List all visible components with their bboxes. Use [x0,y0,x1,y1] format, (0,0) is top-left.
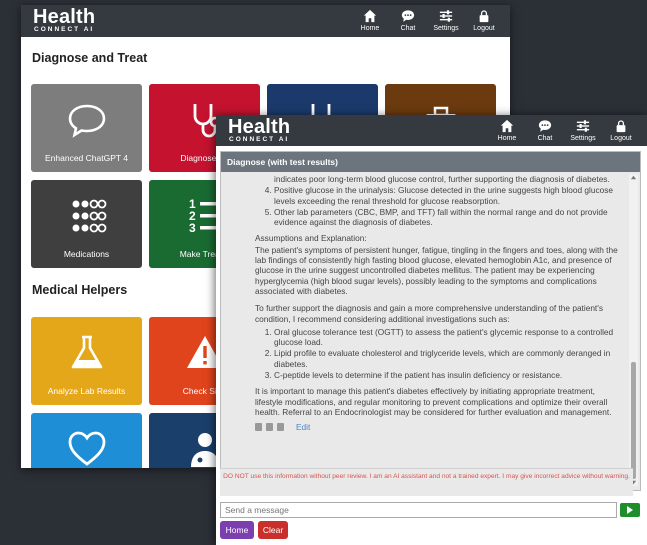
nav-settings-label: Settings [433,25,459,32]
home-icon [500,119,514,133]
document-icon[interactable] [266,423,273,432]
tile-analyze-lab-results[interactable]: Analyze Lab Results [31,317,142,405]
assumptions-heading: Assumptions and Explanation: [255,233,367,244]
assumptions-text: The patient's symptoms of persistent hun… [255,244,618,296]
edit-link[interactable]: Edit [296,422,310,432]
nav-settings[interactable]: Settings [569,119,597,142]
flask-icon [71,335,102,369]
nav-chat-label: Chat [400,25,416,32]
send-button[interactable] [620,503,640,517]
nav-items: Home Chat Settings Logout [493,119,635,142]
trash-icon[interactable] [277,423,284,432]
nav-logout[interactable]: Logout [470,9,498,32]
brand-logo[interactable]: Health CONNECT AI [33,7,95,34]
section-title-helpers: Medical Helpers [32,283,128,297]
scrollbar-thumb[interactable] [631,362,636,479]
lock-icon [479,10,489,23]
home-icon [363,9,377,23]
brand-subtitle: CONNECT AI [34,26,95,33]
finding-item: Other lab parameters (CBC, BMP, and TFT)… [274,207,622,228]
disclaimer-text: DO NOT use this information without peer… [220,468,633,496]
nav-logout-label: Logout [610,135,632,142]
brand-logo[interactable]: Health CONNECT AI [228,117,290,144]
brand-name: Health [33,6,96,28]
nav-logout[interactable]: Logout [607,119,635,142]
heart-icon [68,431,105,466]
nav-home[interactable]: Home [356,9,384,32]
findings-list: Positive glucose in the urinalysis: Gluc… [255,185,622,227]
message-input[interactable] [220,502,617,518]
investigations-list: Oral glucose tolerance test (OGTT) to as… [255,327,622,380]
scroll-up-icon[interactable] [630,174,637,181]
tile-label: Enhanced ChatGPT 4 [44,153,128,163]
top-navbar: Health CONNECT AI Home Chat Settings Log… [21,5,510,37]
nav-items: Home Chat Settings Logout [356,9,498,32]
tile-enhanced-chatgpt[interactable]: Enhanced ChatGPT 4 [31,84,142,172]
brand-subtitle: CONNECT AI [229,136,290,143]
nav-home-label: Home [497,135,517,142]
tile-label: Medications [63,249,110,259]
nav-chat[interactable]: Chat [394,9,422,32]
speech-bubble-icon [68,104,105,138]
svg-text:3: 3 [189,221,196,235]
send-arrow-icon [627,506,633,514]
tile-medications[interactable]: Medications [31,180,142,268]
nav-logout-label: Logout [473,25,495,32]
nav-home[interactable]: Home [493,119,521,142]
chat-scroll-area[interactable]: indicates poor long-term blood glucose c… [221,172,640,490]
scrollbar[interactable] [629,174,638,486]
investigation-item: Oral glucose tolerance test (OGTT) to as… [274,327,622,348]
chat-icon [538,120,552,132]
tile-heart[interactable] [31,413,142,468]
card-title: Diagnose (with test results) [221,152,640,172]
message-lead-in: indicates poor long-term blood glucose c… [274,174,610,184]
further-text: To further support the diagnosis and gai… [255,303,603,324]
tile-label: Analyze Lab Results [47,386,126,396]
lock-icon [616,120,626,133]
diagnose-window: Health CONNECT AI Home Chat Settings Log… [216,115,647,545]
closing-text: It is important to manage this patient's… [255,386,612,417]
nav-settings[interactable]: Settings [432,9,460,32]
copy-icon[interactable] [255,423,262,432]
nav-settings-label: Settings [570,135,596,142]
diagnose-card: Diagnose (with test results) indicates p… [220,151,641,491]
clear-button[interactable]: Clear [258,521,288,539]
message-toolbar: Edit [255,422,622,432]
pills-grid-icon [72,199,106,233]
nav-chat-label: Chat [537,135,553,142]
finding-item: Positive glucose in the urinalysis: Gluc… [274,185,622,206]
settings-icon [439,10,453,22]
section-title-diagnose: Diagnose and Treat [32,51,148,65]
investigation-item: C-peptide levels to determine if the pat… [274,370,622,380]
nav-home-label: Home [360,25,380,32]
top-navbar: Health CONNECT AI Home Chat Settings Log… [216,115,647,146]
investigation-item: Lipid profile to evaluate cholesterol an… [274,348,622,369]
brand-name: Health [228,116,291,138]
settings-icon [576,120,590,132]
assistant-message: indicates poor long-term blood glucose c… [227,174,626,490]
chat-icon [401,10,415,22]
nav-chat[interactable]: Chat [531,119,559,142]
home-button[interactable]: Home [220,521,254,539]
